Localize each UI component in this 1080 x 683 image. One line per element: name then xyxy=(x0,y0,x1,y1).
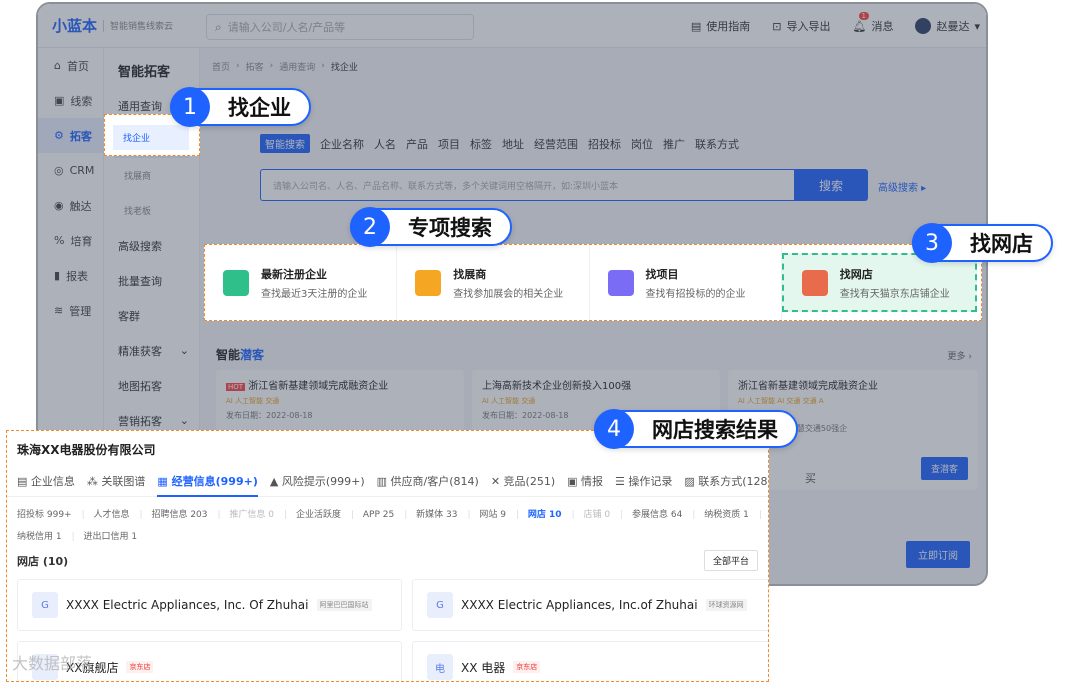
subtab-new-media[interactable]: 新媒体 33 xyxy=(416,510,457,520)
supplier-icon: ▥ xyxy=(376,474,391,488)
callout-text: 找网店 xyxy=(970,232,1033,256)
tab-label: 情报 xyxy=(581,474,604,488)
shopping-bag-icon xyxy=(801,269,828,296)
tab-company-info[interactable]: ▤ 企业信息 xyxy=(17,473,75,489)
compete-icon: ✕ xyxy=(490,474,504,488)
company-tabs: ▤ 企业信息 ⁂ 关联图谱 ▦ 经营信息(999+) ▲ 风险提示(999+) … xyxy=(7,465,768,497)
shop-search-result-panel: 珠海XX电器股份有限公司 ▤ 企业信息 ⁂ 关联图谱 ▦ 经营信息(999+) … xyxy=(6,430,769,682)
feature-new-registered[interactable]: 最新注册企业查找最近3天注册的企业 xyxy=(205,245,398,320)
find-company-item: 找企业 xyxy=(113,125,189,150)
business-icon: ▦ xyxy=(157,474,172,488)
callout-number: 4 xyxy=(594,409,634,449)
feature-exhibitor[interactable]: 找展商查找参加展会的相关企业 xyxy=(397,245,590,320)
shop-card[interactable]: 电 XX 电器 京东店 xyxy=(412,641,768,681)
shop-name: XXXX Electric Appliances, Inc.of Zhuhai xyxy=(461,598,698,612)
tab-relation-graph[interactable]: ⁂ 关联图谱 xyxy=(87,473,146,489)
business-subtabs: 招投标 999+ | 人才信息 | 招聘信息 203 | 推广信息 0 | 企业活跃度 |… xyxy=(17,510,762,542)
intel-icon: ▣ xyxy=(567,474,582,488)
feature-title: 找项目 xyxy=(645,267,679,281)
record-icon: ☰ xyxy=(615,474,629,488)
shop-card[interactable]: G XXXX Electric Appliances, Inc. Of Zhuh… xyxy=(17,579,402,631)
tab-intel[interactable]: ▣ 情报 xyxy=(567,473,603,489)
subtab-app[interactable]: APP 25 xyxy=(363,510,394,520)
platform-filter[interactable]: 全部平台 xyxy=(703,550,758,571)
tab-label: 关联图谱 xyxy=(101,474,146,488)
tab-supplier-customer[interactable]: ▥ 供应商/客户(814) xyxy=(377,473,479,489)
tab-risk[interactable]: ▲ 风险提示(999+) xyxy=(270,473,365,489)
shop-count: 网店 (10) xyxy=(17,554,69,568)
subtab-talent[interactable]: 人才信息 xyxy=(94,510,130,520)
shop-list-header: 网店 (10) 全部平台 xyxy=(7,550,768,571)
contact-icon: ▨ xyxy=(684,474,699,488)
special-search-panel: 最新注册企业查找最近3天注册的企业 找展商查找参加展会的相关企业 找项目查找有招… xyxy=(204,244,982,321)
feature-desc: 查找参加展会的相关企业 xyxy=(453,288,564,300)
callout-special-search: 2 专项搜索 xyxy=(350,207,512,247)
tab-label: 供应商/客户(814) xyxy=(390,474,479,488)
tab-label: 操作记录 xyxy=(628,474,673,488)
shop-logo: G xyxy=(32,592,58,618)
tab-label: 联系方式(128) xyxy=(698,474,769,488)
subtab-recruitment[interactable]: 招聘信息 203 xyxy=(151,510,207,520)
callout-shop-results: 4 网店搜索结果 xyxy=(594,409,798,449)
callout-find-company: 1 找企业 xyxy=(170,87,311,127)
subtab-website[interactable]: 网站 9 xyxy=(479,510,506,520)
tab-contact-info[interactable]: ▨ 联系方式(128) xyxy=(684,473,769,489)
tab-operation-log[interactable]: ☰ 操作记录 xyxy=(615,473,672,489)
feature-title: 找网店 xyxy=(839,267,873,281)
shop-logo: 电 xyxy=(427,654,453,680)
callout-find-shop: 3 找网店 xyxy=(912,223,1053,263)
tab-label: 企业信息 xyxy=(30,474,75,488)
shop-logo: G xyxy=(427,592,453,618)
subtab-online-shop[interactable]: 网店 10 xyxy=(528,510,562,520)
subtab-store[interactable]: 店铺 0 xyxy=(583,510,610,520)
shop-list: G XXXX Electric Appliances, Inc. Of Zhuh… xyxy=(7,571,768,681)
feature-title: 找展商 xyxy=(453,267,487,281)
shop-platform-tag: 京东店 xyxy=(513,661,541,673)
shop-platform-tag: 阿里巴巴国际站 xyxy=(316,599,372,611)
subtab-import-export-credit[interactable]: 进出口信用 1 xyxy=(84,532,138,542)
info-icon: ▤ xyxy=(17,474,31,488)
feature-project[interactable]: 找项目查找有招投标的的企业 xyxy=(590,245,782,320)
building-icon xyxy=(223,269,249,296)
subtab-exhibition[interactable]: 参展信息 64 xyxy=(632,510,682,520)
risk-icon: ▲ xyxy=(269,474,282,488)
feature-desc: 查找最近3天注册的企业 xyxy=(261,288,368,300)
callout-number: 2 xyxy=(350,207,390,247)
subtab-tax-qualification[interactable]: 纳税资质 1 xyxy=(704,510,749,520)
tab-label: 风险提示(999+) xyxy=(281,474,365,488)
callout-text: 专项搜索 xyxy=(408,216,492,240)
tab-business-info[interactable]: ▦ 经营信息(999+) xyxy=(157,473,258,497)
watermark: 大数据部落 xyxy=(12,654,93,673)
subtab-tax-credit[interactable]: 纳税信用 1 xyxy=(17,532,62,542)
shop-name: XXXX Electric Appliances, Inc. Of Zhuhai xyxy=(66,598,309,612)
callout-text: 网店搜索结果 xyxy=(652,418,778,442)
tab-label: 竞品(251) xyxy=(503,474,556,488)
callout-number: 1 xyxy=(170,87,210,127)
shop-name: XX 电器 xyxy=(461,660,506,675)
callout-text: 找企业 xyxy=(228,96,291,120)
callout-number: 3 xyxy=(912,223,952,263)
shop-card[interactable]: G XXXX Electric Appliances, Inc.of Zhuha… xyxy=(412,579,768,631)
tab-label: 经营信息(999+) xyxy=(171,474,258,488)
subtab-activity[interactable]: 企业活跃度 xyxy=(296,510,341,520)
subtab-promotion[interactable]: 推广信息 0 xyxy=(229,510,274,520)
feature-title: 最新注册企业 xyxy=(261,267,327,281)
tab-competitors[interactable]: ✕ 竞品(251) xyxy=(491,473,555,489)
graph-icon: ⁂ xyxy=(86,474,102,488)
shop-platform-tag: 京东店 xyxy=(126,661,154,673)
booth-icon xyxy=(415,269,442,296)
shop-platform-tag: 环球资源网 xyxy=(705,599,747,611)
feature-desc: 查找有招投标的的企业 xyxy=(645,288,746,300)
subtab-bidding[interactable]: 招投标 999+ xyxy=(17,510,72,520)
document-icon xyxy=(607,269,634,296)
feature-desc: 查找有天猫京东店铺企业 xyxy=(839,288,950,300)
